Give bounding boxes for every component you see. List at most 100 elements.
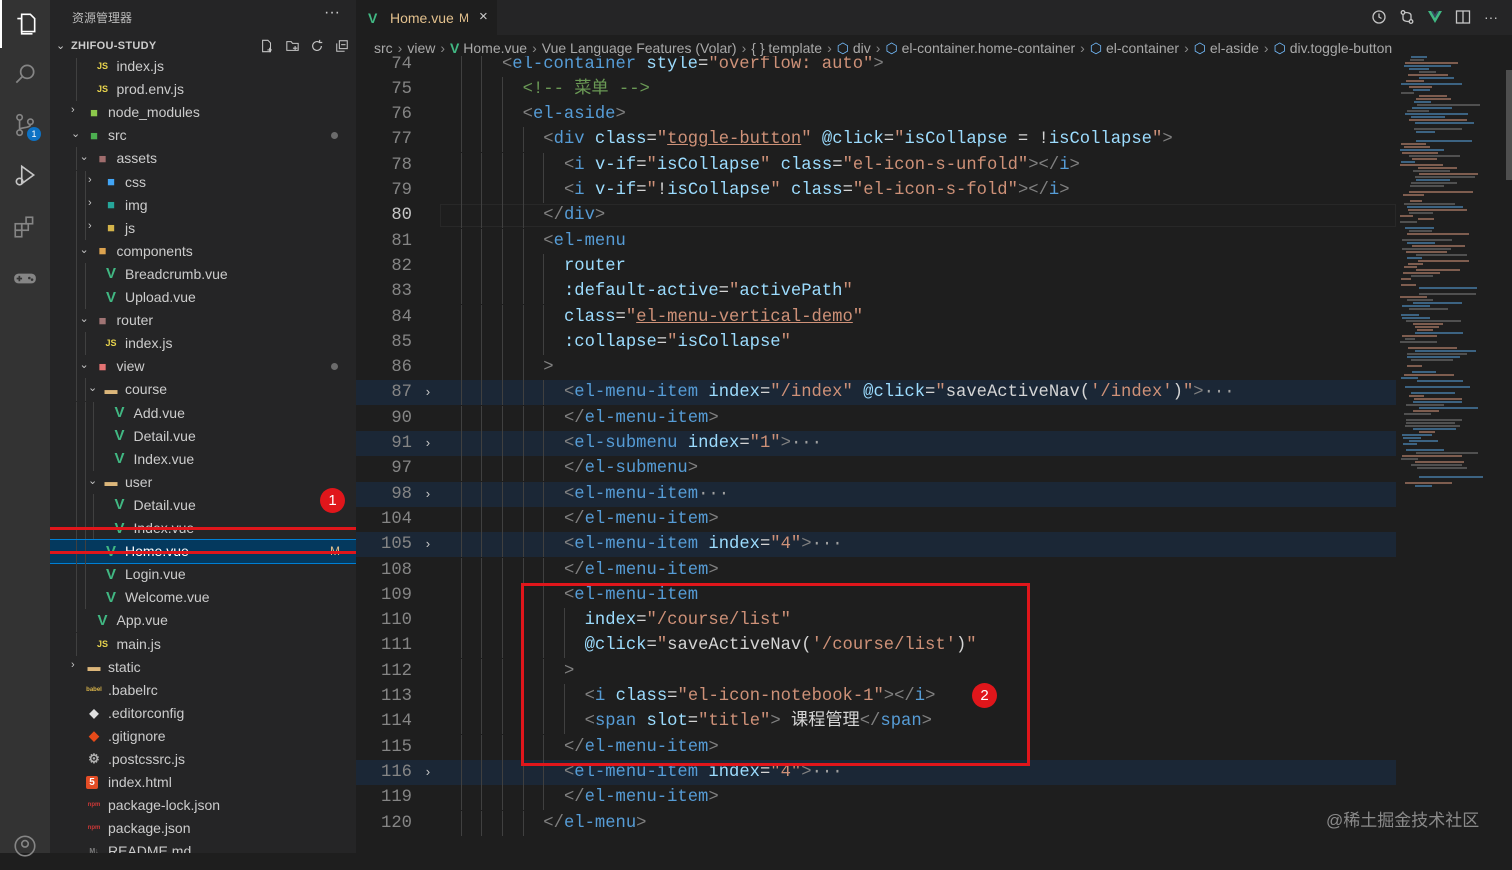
code-line[interactable]: 75 <!-- 菜单 --> bbox=[356, 76, 1396, 102]
tree-item[interactable]: ⌄ ▬ user bbox=[50, 470, 356, 494]
breadcrumb-item[interactable]: Home.vue bbox=[463, 40, 527, 56]
code-line[interactable]: 79 <i v-if="!isCollapse" class="el-icon-s… bbox=[356, 178, 1396, 203]
tab-home-vue[interactable]: V Home.vue M × bbox=[356, 0, 497, 35]
breadcrumb-item[interactable]: view bbox=[407, 40, 435, 56]
chevron-right-icon[interactable]: › bbox=[71, 659, 81, 671]
chevron-down-icon[interactable]: ⌄ bbox=[88, 381, 98, 394]
code-line[interactable]: 83:default-active="activePath" bbox=[356, 279, 1396, 305]
code-line[interactable]: 77 <div class="toggle-button" @click="isC… bbox=[356, 127, 1396, 153]
tree-item[interactable]: ⌄ ■ view bbox=[50, 355, 356, 379]
chevron-right-icon[interactable]: › bbox=[88, 220, 98, 232]
refresh-icon[interactable] bbox=[309, 38, 325, 54]
open-changes-icon[interactable] bbox=[1398, 8, 1416, 26]
code-line[interactable]: 78 <i v-if="isCollapse" class="el-icon-s-… bbox=[356, 152, 1396, 178]
run-debug-icon[interactable] bbox=[0, 151, 50, 199]
fold-chevron-icon[interactable]: › bbox=[424, 532, 436, 557]
breadcrumb-item[interactable]: el-container.home-container bbox=[902, 40, 1076, 56]
tree-item[interactable]: ⌄ ▬ course bbox=[50, 378, 356, 402]
tree-item[interactable]: › ■ img bbox=[50, 193, 356, 217]
breadcrumb-item[interactable]: el-container bbox=[1106, 40, 1179, 56]
tree-item[interactable]: V Index.vue bbox=[50, 447, 356, 471]
tree-item[interactable]: V Detail.vue bbox=[50, 424, 356, 448]
tree-item[interactable]: JS main.js bbox=[50, 632, 356, 656]
chevron-down-icon[interactable]: ⌄ bbox=[80, 358, 90, 371]
tree-item[interactable]: ⌄ ■ assets bbox=[50, 147, 356, 171]
tree-item[interactable]: › ■ js bbox=[50, 216, 356, 240]
tree-item[interactable]: V App.vue bbox=[50, 609, 356, 633]
search-icon[interactable] bbox=[0, 50, 50, 98]
tree-item[interactable]: V Add.vue bbox=[50, 401, 356, 425]
code-line[interactable]: 80 </div> bbox=[356, 203, 1396, 229]
extensions-icon[interactable] bbox=[0, 203, 50, 251]
tree-item[interactable]: V Detail.vue bbox=[50, 493, 356, 517]
vue-preview-icon[interactable] bbox=[1426, 8, 1444, 26]
code-line[interactable]: 85:collapse="isCollapse" bbox=[356, 329, 1396, 355]
chevron-right-icon[interactable]: › bbox=[88, 174, 98, 186]
fold-chevron-icon[interactable]: › bbox=[424, 431, 436, 456]
code-line[interactable]: 120 </el-menu> bbox=[356, 810, 1396, 836]
code-line[interactable]: 119 </el-menu-item> bbox=[356, 785, 1396, 811]
collapse-all-icon[interactable] bbox=[334, 38, 350, 54]
code-line[interactable]: 97 </el-submenu> bbox=[356, 456, 1396, 482]
code-line[interactable]: 87 › <el-menu-item index="/index" @click="… bbox=[356, 380, 1396, 406]
tree-item[interactable]: › ▬ static bbox=[50, 656, 356, 679]
chevron-down-icon[interactable]: ⌄ bbox=[80, 312, 90, 325]
code-line[interactable]: 81 <el-menu bbox=[356, 228, 1396, 254]
timeline-icon[interactable] bbox=[1370, 8, 1388, 26]
code-line[interactable]: 74 <el-container style="overflow: auto"> bbox=[356, 56, 1396, 77]
tree-item[interactable]: › ■ css bbox=[50, 170, 356, 194]
tree-item[interactable]: ⌄ ■ src bbox=[50, 124, 356, 147]
tree-item[interactable]: babel .babelrc bbox=[50, 679, 356, 702]
explorer-icon[interactable] bbox=[0, 0, 50, 48]
chevron-down-icon[interactable]: ⌄ bbox=[71, 127, 81, 140]
code-line[interactable]: 104 </el-menu-item> bbox=[356, 506, 1396, 532]
fold-chevron-icon[interactable]: › bbox=[424, 760, 436, 785]
code-line[interactable]: 98 › <el-menu-item··· bbox=[356, 481, 1396, 507]
tree-item[interactable]: › ■ node_modules bbox=[50, 101, 356, 124]
breadcrumb-item[interactable]: el-aside bbox=[1210, 40, 1259, 56]
tree-item[interactable]: V Welcome.vue bbox=[50, 586, 356, 610]
breadcrumb-item[interactable]: Vue Language Features (Volar) bbox=[542, 40, 737, 56]
close-icon[interactable]: × bbox=[479, 8, 488, 25]
more-icon[interactable]: ··· bbox=[1482, 8, 1500, 26]
tree-item[interactable]: npm package-lock.json bbox=[50, 794, 356, 817]
tree-item[interactable]: ◆ .editorconfig bbox=[50, 702, 356, 725]
code-line[interactable]: 108 </el-menu-item> bbox=[356, 557, 1396, 583]
code-line[interactable]: 82 router bbox=[356, 253, 1396, 279]
code-line[interactable]: 91 › <el-submenu index="1">··· bbox=[356, 431, 1396, 456]
fold-chevron-icon[interactable]: › bbox=[424, 380, 436, 405]
tree-item[interactable]: ◆ .gitignore bbox=[50, 725, 356, 748]
source-control-icon[interactable]: 1 bbox=[0, 101, 50, 149]
chevron-right-icon[interactable]: › bbox=[71, 104, 81, 116]
chevron-down-icon[interactable]: ⌄ bbox=[80, 150, 90, 163]
gamepad-icon[interactable] bbox=[0, 254, 50, 302]
code-line[interactable]: 86 > bbox=[356, 355, 1396, 381]
split-editor-icon[interactable] bbox=[1454, 8, 1472, 26]
new-folder-icon[interactable] bbox=[284, 38, 300, 54]
breadcrumb-item[interactable]: { } template bbox=[751, 40, 822, 56]
more-actions-button[interactable]: ··· bbox=[324, 4, 340, 22]
breadcrumb-item[interactable]: src bbox=[374, 40, 393, 56]
account-icon[interactable] bbox=[0, 822, 50, 870]
tree-item[interactable]: npm package.json bbox=[50, 817, 356, 840]
chevron-right-icon[interactable]: › bbox=[88, 197, 98, 209]
chevron-down-icon[interactable]: ⌄ bbox=[88, 474, 98, 487]
project-section-header[interactable]: ⌄ ZHIFOU-STUDY bbox=[50, 36, 356, 58]
tree-item[interactable]: JS index.js bbox=[50, 332, 356, 356]
tree-item[interactable]: M↓ README.md bbox=[50, 840, 356, 853]
new-file-icon[interactable] bbox=[259, 38, 275, 54]
tree-item[interactable]: ⌄ ■ router bbox=[50, 309, 356, 333]
code-line[interactable]: 90 </el-menu-item> bbox=[356, 405, 1396, 431]
code-line[interactable]: 84 class="el-menu-vertical-demo" bbox=[356, 304, 1396, 330]
tree-item[interactable]: ⌄ ■ components bbox=[50, 239, 356, 263]
tree-item[interactable]: JS index.js bbox=[50, 58, 356, 78]
tree-item[interactable]: V Login.vue bbox=[50, 563, 356, 587]
breadcrumb-item[interactable]: div bbox=[853, 40, 871, 56]
fold-chevron-icon[interactable]: › bbox=[424, 482, 436, 507]
tree-item[interactable]: V Upload.vue bbox=[50, 286, 356, 309]
tree-item[interactable]: V Breadcrumb.vue bbox=[50, 262, 356, 286]
minimap[interactable] bbox=[1400, 56, 1500, 496]
vertical-scrollbar[interactable] bbox=[1506, 70, 1512, 180]
breadcrumb-item[interactable]: div.toggle-button bbox=[1290, 40, 1392, 56]
chevron-down-icon[interactable]: ⌄ bbox=[80, 243, 90, 256]
